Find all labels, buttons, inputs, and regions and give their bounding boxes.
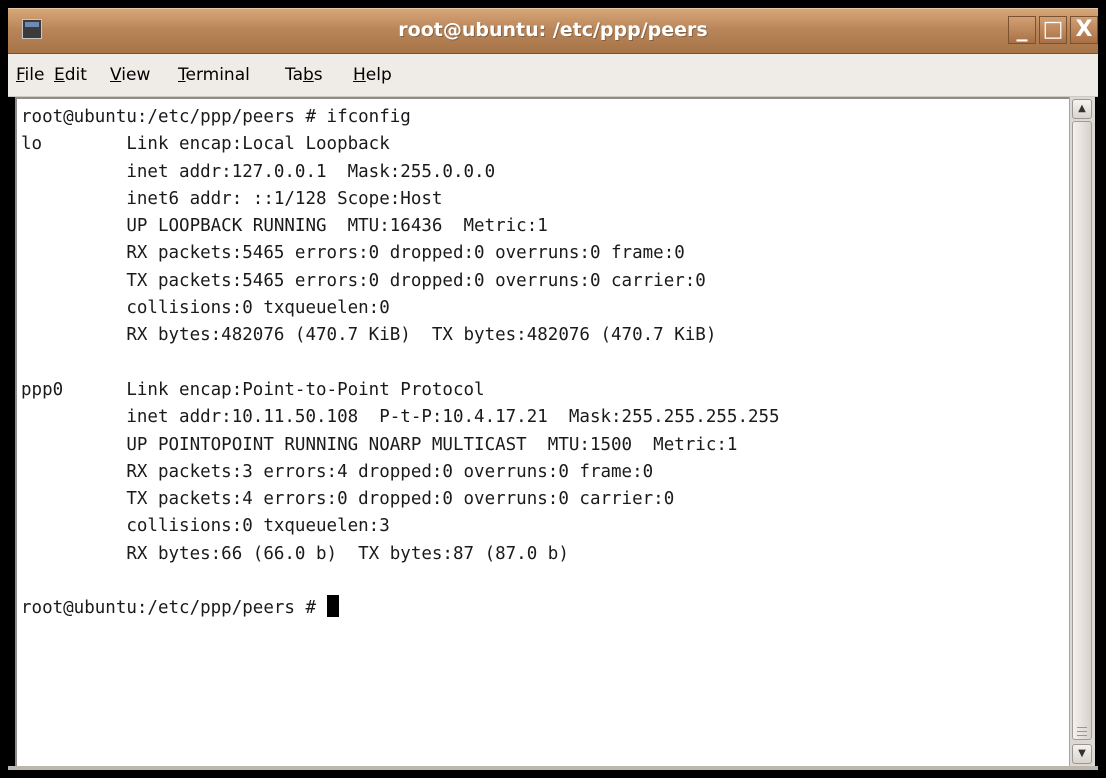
menu-file-label: ile [24, 65, 45, 85]
menu-tabs-mnemonic: b [303, 65, 314, 85]
menu-bar: File Edit View Terminal Tabs Help [8, 54, 1098, 97]
menu-tabs-label: s [313, 65, 323, 85]
menu-help-mnemonic: H [353, 65, 366, 85]
thumb-grip-line [1077, 727, 1087, 728]
terminal-line: RX bytes:66 (66.0 b) TX bytes:87 (87.0 b… [21, 543, 569, 564]
menu-terminal[interactable]: Terminal [178, 65, 250, 85]
terminal-line: inet6 addr: ::1/128 Scope:Host [21, 188, 443, 209]
menu-file-mnemonic: F [16, 65, 25, 85]
menu-view[interactable]: View [110, 65, 150, 85]
menu-edit-label: dit [64, 65, 87, 85]
terminal-line: ppp0 Link encap:Point-to-Point Protocol [21, 379, 485, 400]
menu-file[interactable]: File [16, 65, 44, 85]
terminal-line: lo Link encap:Local Loopback [21, 134, 390, 155]
menu-edit[interactable]: Edit [54, 65, 87, 85]
terminal-line: TX packets:5465 errors:0 dropped:0 overr… [21, 270, 706, 291]
menu-help-label: elp [365, 65, 392, 85]
menu-terminal-mnemonic: T [178, 65, 186, 85]
arrow-up-icon[interactable]: ▲ [1072, 99, 1092, 119]
scrollbar-thumb[interactable] [1072, 121, 1092, 740]
window-controls: _ □ X [1008, 16, 1098, 44]
menu-edit-mnemonic: E [54, 65, 65, 85]
thumb-grip-line [1077, 735, 1087, 736]
terminal-prompt: root@ubuntu:/etc/ppp/peers # [21, 598, 327, 619]
thumb-grip-line [1077, 731, 1087, 732]
arrow-down-icon[interactable]: ▼ [1072, 744, 1092, 764]
terminal-text: root@ubuntu:/etc/ppp/peers # ifconfig lo… [21, 104, 780, 623]
menu-view-mnemonic: V [110, 65, 122, 85]
terminal-line: collisions:0 txqueuelen:0 [21, 298, 390, 319]
terminal-line: UP POINTOPOINT RUNNING NOARP MULTICAST M… [21, 434, 738, 455]
terminal-line: root@ubuntu:/etc/ppp/peers # ifconfig [21, 107, 411, 127]
vertical-scrollbar[interactable]: ▲ ▼ [1069, 97, 1095, 766]
terminal-output[interactable]: root@ubuntu:/etc/ppp/peers # ifconfig lo… [15, 97, 1069, 766]
terminal-line: TX packets:4 errors:0 dropped:0 overruns… [21, 489, 675, 510]
minimize-button[interactable]: _ [1008, 16, 1036, 44]
text-cursor [326, 595, 339, 618]
terminal-window: root@ubuntu: /etc/ppp/peers _ □ X File E… [0, 0, 1106, 778]
menu-view-label: iew [121, 65, 151, 85]
menu-tabs[interactable]: Tabs [285, 65, 323, 85]
menu-tabs-prefix: Ta [285, 65, 303, 85]
title-bar[interactable]: root@ubuntu: /etc/ppp/peers _ □ X [8, 8, 1098, 54]
close-button[interactable]: X [1070, 16, 1098, 44]
terminal-line: RX packets:3 errors:4 dropped:0 overruns… [21, 461, 654, 482]
window-bottom-border [8, 766, 1098, 770]
maximize-button[interactable]: □ [1039, 16, 1067, 44]
terminal-line: RX bytes:482076 (470.7 KiB) TX bytes:482… [21, 325, 717, 346]
terminal-line: RX packets:5465 errors:0 dropped:0 overr… [21, 243, 685, 264]
terminal-line: UP LOOPBACK RUNNING MTU:16436 Metric:1 [21, 216, 548, 237]
terminal-line: collisions:0 txqueuelen:3 [21, 516, 390, 537]
terminal-line: inet addr:127.0.0.1 Mask:255.0.0.0 [21, 161, 496, 182]
menu-terminal-label: erminal [185, 65, 250, 85]
window-title: root@ubuntu: /etc/ppp/peers [398, 19, 708, 41]
menu-help[interactable]: Help [353, 65, 392, 85]
terminal-line: inet addr:10.11.50.108 P-t-P:10.4.17.21 … [21, 407, 780, 428]
